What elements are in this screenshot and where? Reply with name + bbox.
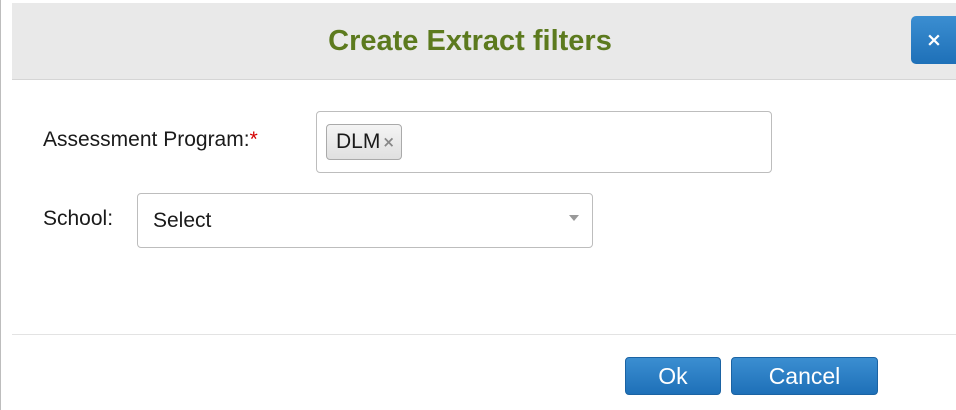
required-marker: * — [249, 128, 258, 151]
chevron-down-icon — [569, 215, 579, 221]
school-select-value: Select — [153, 209, 212, 232]
ok-button[interactable]: Ok — [625, 357, 721, 395]
close-icon: × — [926, 29, 942, 51]
footer-divider — [12, 334, 956, 335]
tag-remove-icon[interactable]: × — [382, 125, 395, 159]
cancel-button[interactable]: Cancel — [731, 357, 878, 395]
assessment-program-multiselect[interactable]: DLM × — [316, 111, 772, 173]
assessment-program-label-text: Assessment Program: — [43, 128, 250, 151]
dialog-title: Create Extract filters — [328, 25, 612, 57]
create-extract-filters-dialog: Create Extract filters × Assessment Prog… — [0, 0, 956, 410]
close-button[interactable]: × — [911, 16, 956, 64]
school-select[interactable]: Select — [137, 193, 593, 248]
selected-tag-dlm: DLM × — [326, 124, 402, 160]
dialog-titlebar: Create Extract filters — [12, 3, 956, 80]
selected-tag-label: DLM — [336, 130, 381, 153]
school-label: School: — [43, 207, 114, 230]
assessment-program-label: Assessment Program:* — [43, 128, 258, 152]
